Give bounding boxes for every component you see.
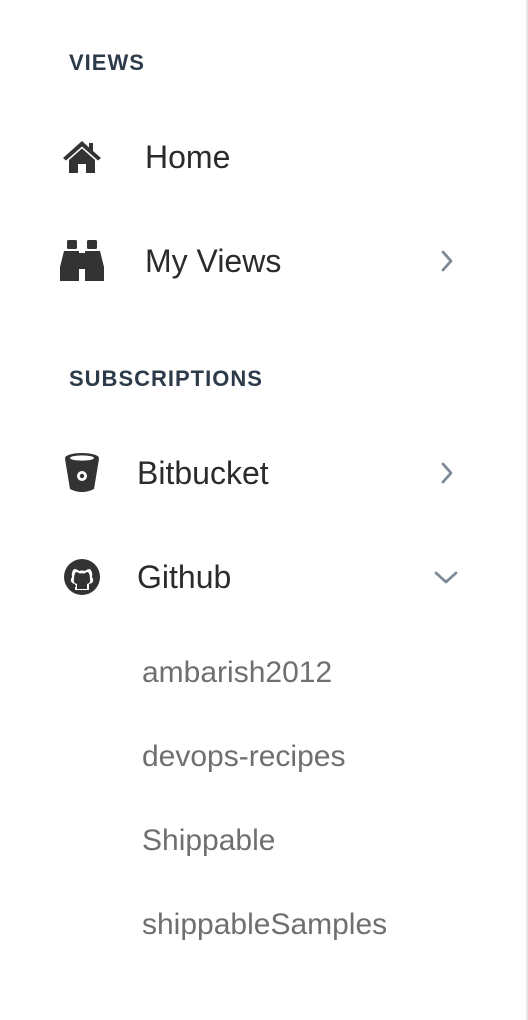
chevron-right-icon[interactable] [434, 248, 460, 274]
sidebar-item-label: Bitbucket [137, 455, 269, 491]
github-icon [58, 553, 106, 601]
sidebar: VIEWS Home My Views SUBSCRIPTIONS Bitbuc… [0, 0, 528, 1020]
sidebar-item-label: Github [137, 559, 232, 595]
home-icon [58, 133, 106, 181]
sidebar-item-my-views[interactable]: My Views [0, 226, 526, 296]
sidebar-item-home[interactable]: Home [0, 122, 526, 192]
sidebar-item-label: My Views [145, 243, 282, 279]
binoculars-icon [58, 237, 106, 285]
sidebar-item-github[interactable]: Github [0, 542, 526, 612]
chevron-down-icon[interactable] [433, 564, 459, 590]
subscriptions-heading: SUBSCRIPTIONS [69, 366, 263, 391]
sidebar-item-bitbucket[interactable]: Bitbucket [0, 438, 526, 508]
sidebar-item-label: Home [145, 139, 231, 175]
views-heading: VIEWS [69, 50, 145, 75]
github-org-shippable[interactable]: Shippable [142, 823, 275, 859]
github-org-shippablesamples[interactable]: shippableSamples [142, 907, 387, 943]
github-org-ambarish2012[interactable]: ambarish2012 [142, 655, 332, 691]
github-org-devops-recipes[interactable]: devops-recipes [142, 739, 345, 775]
bitbucket-icon [58, 449, 106, 497]
chevron-right-icon[interactable] [434, 460, 460, 486]
